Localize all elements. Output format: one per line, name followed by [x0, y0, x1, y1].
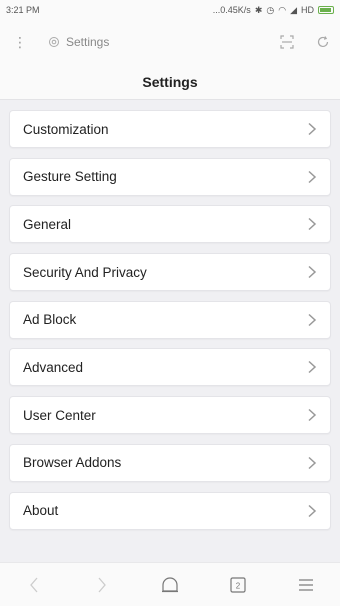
chevron-right-icon — [308, 313, 317, 326]
chevron-right-icon — [308, 361, 317, 374]
tabs-button[interactable]: 2 — [218, 570, 258, 600]
status-time: 3:21 PM — [6, 5, 40, 15]
refresh-icon[interactable] — [316, 35, 330, 49]
forward-button[interactable] — [82, 570, 122, 600]
tab-count: 2 — [236, 581, 241, 590]
bottom-nav-bar: 2 — [0, 562, 340, 606]
settings-item-label: Gesture Setting — [23, 169, 117, 185]
settings-item-about[interactable]: About — [9, 491, 331, 530]
settings-list: Customization Gesture Setting General Se… — [0, 100, 340, 530]
settings-item-label: About — [23, 503, 59, 518]
status-network: HD — [301, 5, 314, 15]
scan-icon[interactable] — [280, 35, 294, 49]
url-bar: ⋮ Settings — [0, 20, 340, 64]
alarm-icon: ◷ — [266, 4, 275, 15]
home-button[interactable] — [150, 570, 190, 600]
chevron-right-icon — [308, 456, 317, 469]
chevron-right-icon — [308, 504, 317, 517]
url-text: Settings — [66, 35, 110, 49]
chevron-right-icon — [308, 266, 317, 279]
page-header: Settings — [0, 64, 340, 100]
settings-item-browser-addons[interactable]: Browser Addons — [9, 443, 331, 482]
settings-item-ad-block[interactable]: Ad Block — [9, 300, 331, 339]
page-title: Settings — [142, 73, 198, 90]
settings-item-gesture-setting[interactable]: Gesture Setting — [9, 157, 331, 196]
back-arrow-icon — [30, 577, 38, 592]
bluetooth-icon: ✱ — [254, 4, 263, 15]
settings-gear-icon — [49, 37, 59, 47]
url-field[interactable]: Settings — [48, 35, 280, 49]
tabs-icon: 2 — [230, 576, 246, 593]
home-icon — [162, 576, 178, 592]
settings-item-label: Ad Block — [23, 312, 77, 328]
status-icons: ...0.45K/s ✱ ◷ ◠ ◢ HD — [213, 5, 334, 16]
wifi-icon: ◠ — [278, 4, 287, 15]
settings-item-label: Security And Privacy — [23, 264, 147, 280]
settings-item-security-privacy[interactable]: Security And Privacy — [9, 253, 331, 292]
settings-item-advanced[interactable]: Advanced — [9, 348, 331, 387]
more-menu-icon[interactable]: ⋮ — [10, 34, 30, 51]
forward-arrow-icon — [98, 577, 106, 592]
settings-item-label: Browser Addons — [23, 455, 122, 471]
chevron-right-icon — [308, 218, 317, 231]
settings-item-customization[interactable]: Customization — [9, 110, 331, 148]
chevron-right-icon — [308, 170, 317, 183]
settings-item-user-center[interactable]: User Center — [9, 396, 331, 435]
settings-item-label: Customization — [23, 121, 109, 137]
chevron-right-icon — [308, 409, 317, 422]
signal-icon: ◢ — [290, 4, 297, 15]
settings-item-label: Advanced — [23, 359, 84, 375]
main-menu-button[interactable] — [286, 570, 326, 600]
settings-item-general[interactable]: General — [9, 205, 331, 244]
hamburger-menu-icon — [299, 578, 313, 591]
settings-item-label: General — [23, 216, 72, 232]
battery-icon — [318, 6, 334, 14]
settings-item-label: User Center — [23, 407, 96, 423]
chevron-right-icon — [308, 122, 317, 136]
back-button[interactable] — [14, 570, 54, 600]
status-speed: ...0.45K/s — [212, 5, 251, 15]
status-bar: 3:21 PM ...0.45K/s ✱ ◷ ◠ ◢ HD — [0, 0, 340, 20]
